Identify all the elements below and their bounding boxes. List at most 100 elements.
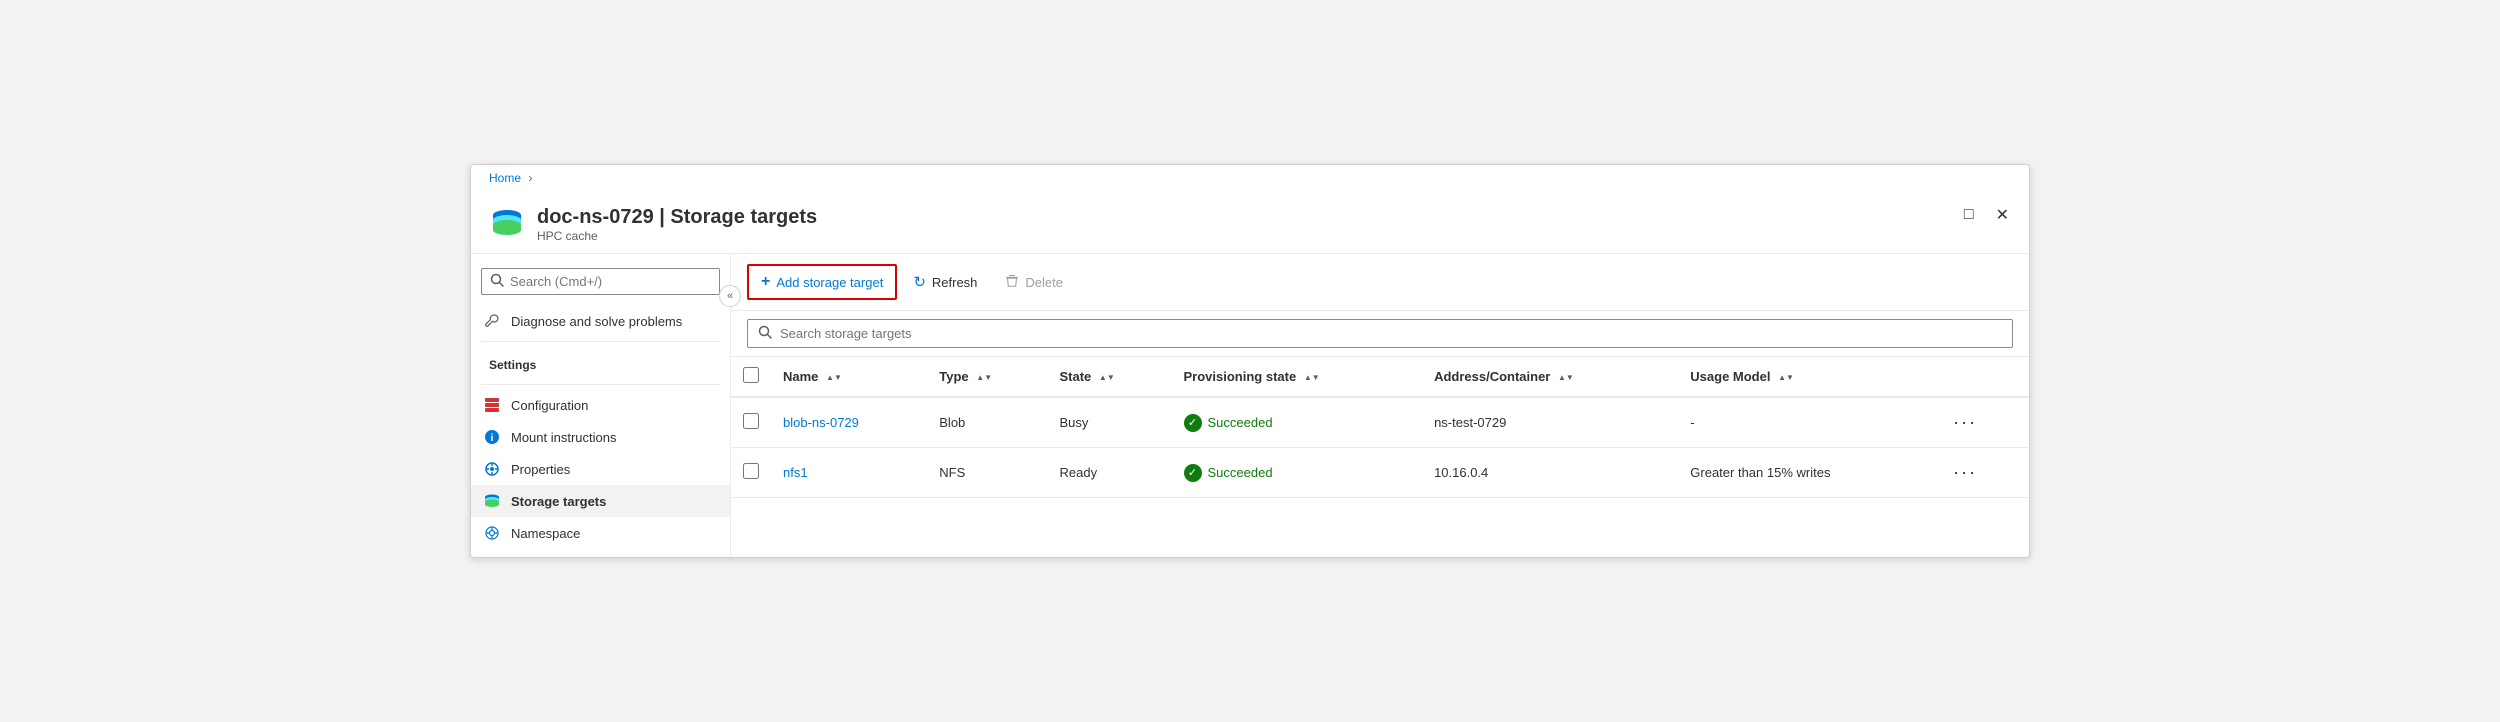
add-icon: +	[761, 273, 770, 291]
close-button[interactable]: ✕	[1992, 203, 2013, 227]
refresh-button[interactable]: ↻ Refresh	[901, 266, 989, 298]
title-bar: doc-ns-0729 | Storage targets HPC cache …	[471, 191, 2029, 254]
row2-actions-cell: ···	[1935, 448, 2029, 498]
sidebar-item-properties[interactable]: Properties	[471, 453, 730, 485]
type-sort-icon[interactable]: ▲▼	[976, 374, 992, 382]
row1-prov-state-value: Succeeded	[1208, 415, 1273, 430]
row1-usage-model-value: -	[1690, 415, 1694, 430]
sidebar-item-configuration[interactable]: Configuration	[471, 389, 730, 421]
main-layout: « Diagnose and solve problems Settings	[471, 254, 2029, 557]
type-col-label: Type	[939, 369, 968, 384]
sidebar-item-diagnose[interactable]: Diagnose and solve problems	[471, 305, 730, 337]
info-icon: i	[483, 428, 501, 446]
breadcrumb-separator: ›	[528, 171, 532, 185]
state-col-label: State	[1060, 369, 1092, 384]
header-address[interactable]: Address/Container ▲▼	[1422, 357, 1678, 397]
row2-more-button[interactable]: ···	[1947, 460, 1983, 485]
sidebar-search-input[interactable]	[510, 274, 711, 289]
sidebar-configuration-label: Configuration	[511, 398, 588, 413]
svg-text:i: i	[491, 433, 494, 444]
address-sort-icon[interactable]: ▲▼	[1558, 374, 1574, 382]
row2-prov-state-value: Succeeded	[1208, 465, 1273, 480]
storage-targets-table: Name ▲▼ Type ▲▼ State ▲▼ Provisioning	[731, 357, 2029, 498]
row1-type-value: Blob	[939, 415, 965, 430]
header-name[interactable]: Name ▲▼	[771, 357, 927, 397]
sidebar-item-storage-targets[interactable]: Storage targets	[471, 485, 730, 517]
sidebar-item-mount-instructions[interactable]: i Mount instructions	[471, 421, 730, 453]
breadcrumb-home-link[interactable]: Home	[489, 171, 521, 185]
usage-sort-icon[interactable]: ▲▼	[1778, 374, 1794, 382]
page-title: doc-ns-0729 | Storage targets	[537, 205, 817, 229]
prov-state-sort-icon[interactable]: ▲▼	[1304, 374, 1320, 382]
row2-provisioning-status: ✓ Succeeded	[1184, 464, 1411, 482]
sidebar-collapse-button[interactable]: «	[719, 285, 741, 307]
row1-actions-cell: ···	[1935, 397, 2029, 448]
row2-checkbox[interactable]	[743, 463, 759, 479]
row1-name-cell: blob-ns-0729	[771, 397, 927, 448]
row2-usage-model-cell: Greater than 15% writes	[1678, 448, 1935, 498]
row1-more-button[interactable]: ···	[1947, 410, 1983, 435]
header-checkbox-cell	[731, 357, 771, 397]
add-storage-target-button[interactable]: + Add storage target	[747, 264, 897, 300]
state-sort-icon[interactable]: ▲▼	[1099, 374, 1115, 382]
table-row: nfs1 NFS Ready ✓ Succeeded	[731, 448, 2029, 498]
row2-state-value: Ready	[1060, 465, 1098, 480]
table-header-row: Name ▲▼ Type ▲▼ State ▲▼ Provisioning	[731, 357, 2029, 397]
delete-label: Delete	[1025, 275, 1063, 290]
wrench-icon	[483, 312, 501, 330]
name-sort-icon[interactable]: ▲▼	[826, 374, 842, 382]
row1-success-icon: ✓	[1184, 414, 1202, 432]
header-type[interactable]: Type ▲▼	[927, 357, 1047, 397]
row2-name-link[interactable]: nfs1	[783, 465, 808, 480]
sidebar-settings-title: Settings	[481, 354, 720, 376]
search-bar[interactable]	[747, 319, 2013, 348]
delete-button[interactable]: Delete	[993, 267, 1075, 298]
window-controls: □ ✕	[1960, 203, 2013, 227]
main-window: Home › doc-ns-0729 | Storage targets HPC…	[470, 164, 2030, 558]
header-provisioning-state[interactable]: Provisioning state ▲▼	[1172, 357, 1423, 397]
content-area: + Add storage target ↻ Refresh	[731, 254, 2029, 557]
sidebar-divider-1	[481, 341, 720, 342]
add-storage-target-label: Add storage target	[776, 275, 883, 290]
row2-address-value: 10.16.0.4	[1434, 465, 1488, 480]
namespace-icon	[483, 524, 501, 542]
address-col-label: Address/Container	[1434, 369, 1550, 384]
prov-state-col-label: Provisioning state	[1184, 369, 1297, 384]
minimize-button[interactable]: □	[1960, 203, 1978, 227]
row2-usage-model-value: Greater than 15% writes	[1690, 465, 1830, 480]
row1-provisioning-status: ✓ Succeeded	[1184, 414, 1411, 432]
page-subtitle: HPC cache	[537, 229, 817, 243]
row2-checkbox-cell	[731, 448, 771, 498]
sidebar-properties-label: Properties	[511, 462, 570, 477]
sidebar: « Diagnose and solve problems Settings	[471, 254, 731, 557]
toolbar: + Add storage target ↻ Refresh	[731, 254, 2029, 311]
sidebar-mount-label: Mount instructions	[511, 430, 617, 445]
row2-type-value: NFS	[939, 465, 965, 480]
storage-targets-icon	[483, 492, 501, 510]
sidebar-storage-targets-label: Storage targets	[511, 494, 606, 509]
select-all-checkbox[interactable]	[743, 367, 759, 383]
sidebar-search-icon	[490, 273, 504, 290]
row2-type-cell: NFS	[927, 448, 1047, 498]
row2-prov-state-cell: ✓ Succeeded	[1172, 448, 1423, 498]
header-state[interactable]: State ▲▼	[1048, 357, 1172, 397]
name-col-label: Name	[783, 369, 818, 384]
sidebar-search-box[interactable]	[481, 268, 720, 295]
sidebar-item-namespace[interactable]: Namespace	[471, 517, 730, 549]
configuration-icon	[483, 396, 501, 414]
title-info: doc-ns-0729 | Storage targets HPC cache	[537, 205, 817, 243]
sidebar-settings-section: Settings	[471, 346, 730, 380]
row2-success-icon: ✓	[1184, 464, 1202, 482]
row1-checkbox[interactable]	[743, 413, 759, 429]
search-icon	[758, 325, 772, 342]
table-search-input[interactable]	[780, 326, 2002, 341]
header-usage-model[interactable]: Usage Model ▲▼	[1678, 357, 1935, 397]
refresh-label: Refresh	[932, 275, 978, 290]
properties-icon	[483, 460, 501, 478]
row1-usage-model-cell: -	[1678, 397, 1935, 448]
refresh-icon: ↻	[913, 273, 926, 291]
row1-name-link[interactable]: blob-ns-0729	[783, 415, 859, 430]
row2-address-cell: 10.16.0.4	[1422, 448, 1678, 498]
usage-model-col-label: Usage Model	[1690, 369, 1770, 384]
collapse-icon: «	[727, 290, 733, 302]
